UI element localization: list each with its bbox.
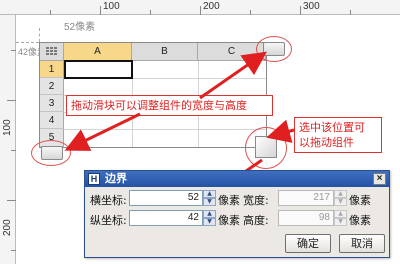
y-coordinate-stepper[interactable]: ▲ ▼ <box>203 210 216 226</box>
spin-up-icon[interactable]: ▲ <box>334 210 347 218</box>
dialog-title: 边界 <box>105 172 127 185</box>
height-label: 高度: <box>243 214 269 227</box>
dialog-title-bar[interactable]: H 边界 × <box>85 171 389 187</box>
bounds-dialog: H 边界 × 横坐标: 52 ▲ ▼ 像素 宽度: 217 ▲ ▼ 像素 纵坐标… <box>84 170 390 258</box>
spin-down-icon[interactable]: ▼ <box>334 218 347 226</box>
unit-label: 像素 <box>218 214 240 227</box>
x-coordinate-input[interactable]: 52 <box>129 190 203 206</box>
cancel-button[interactable]: 取消 <box>339 234 385 253</box>
arrow-to-height-handle <box>64 112 141 151</box>
y-coordinate-label: 纵坐标: <box>90 214 127 227</box>
unit-label: 像素 <box>218 194 240 207</box>
width-input[interactable]: 217 <box>278 190 334 206</box>
y-coordinate-input[interactable]: 42 <box>129 210 203 226</box>
spin-up-icon[interactable]: ▲ <box>203 190 216 198</box>
x-coordinate-stepper[interactable]: ▲ ▼ <box>203 190 216 206</box>
spin-down-icon[interactable]: ▼ <box>334 198 347 206</box>
width-stepper[interactable]: ▲ ▼ <box>334 190 347 206</box>
spin-up-icon[interactable]: ▲ <box>203 210 216 218</box>
width-label: 宽度: <box>243 194 269 207</box>
arrow-to-width-handle <box>199 51 267 100</box>
arrow-to-move-handle <box>266 119 295 143</box>
unit-label: 像素 <box>349 214 371 227</box>
unit-label: 像素 <box>349 194 371 207</box>
x-coordinate-label: 横坐标: <box>90 194 127 207</box>
app-logo-icon: H <box>88 173 100 185</box>
close-button[interactable]: × <box>373 173 386 185</box>
spin-down-icon[interactable]: ▼ <box>203 218 216 226</box>
spin-up-icon[interactable]: ▲ <box>334 190 347 198</box>
spin-down-icon[interactable]: ▼ <box>203 198 216 206</box>
height-input[interactable]: 98 <box>278 210 334 226</box>
height-stepper[interactable]: ▲ ▼ <box>334 210 347 226</box>
ok-button[interactable]: 确定 <box>285 234 331 253</box>
